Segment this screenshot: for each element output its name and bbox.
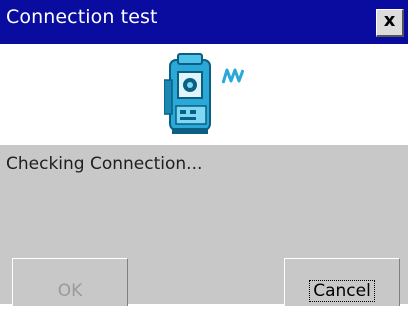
icon-area: [0, 44, 408, 145]
cancel-button[interactable]: Cancel: [284, 258, 400, 306]
status-message: Checking Connection...: [6, 154, 203, 174]
total-station-icon: [164, 53, 211, 134]
signal-waves-icon: [222, 68, 244, 84]
close-button[interactable]: x: [376, 9, 404, 37]
dialog-title: Connection test: [6, 6, 158, 28]
connection-test-dialog: Connection test x Checking Connection...…: [0, 0, 408, 306]
ok-button[interactable]: OK: [12, 258, 128, 306]
title-bar: Connection test x: [0, 0, 408, 44]
cancel-button-label: Cancel: [309, 280, 375, 302]
